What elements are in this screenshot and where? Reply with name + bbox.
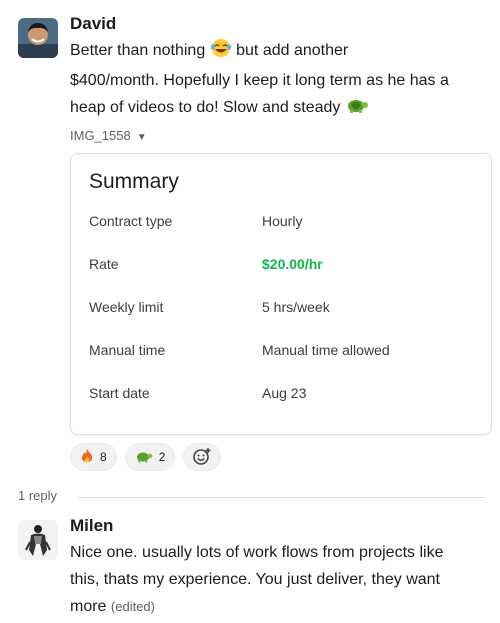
message-text-line: Nice one. usually lots of work flows fro…	[70, 544, 444, 561]
row-label: Rate	[89, 256, 119, 272]
reactions-bar: 8 2	[70, 443, 222, 471]
attachment-toggle[interactable]: IMG_1558 ▼	[70, 128, 147, 143]
message-text-line: Better than nothing	[70, 42, 206, 59]
avatar[interactable]	[18, 18, 58, 58]
caret-down-icon: ▼	[136, 132, 147, 143]
rate-value: $20.00/hr	[262, 256, 323, 272]
edited-label: (edited)	[110, 599, 155, 614]
row-value: 5 hrs/week	[262, 299, 330, 315]
reaction-fire[interactable]: 8	[70, 443, 117, 471]
attachment-name: IMG_1558	[70, 128, 131, 143]
message-text-line: $400/month. Hopefully I keep it long ter…	[70, 72, 449, 89]
message-text-line: but add another	[236, 42, 349, 59]
turtle-icon	[345, 95, 369, 124]
divider	[78, 497, 485, 498]
message-text-line: heap of videos to do! Slow and steady	[70, 99, 341, 116]
message-text-line: more	[70, 598, 107, 615]
summary-card-image[interactable]: Summary Contract type Hourly Rate $20.00…	[70, 153, 492, 435]
card-title: Summary	[89, 170, 179, 193]
reply-count[interactable]: 1 reply	[18, 488, 57, 503]
avatar[interactable]	[18, 520, 58, 560]
add-reaction-button[interactable]	[183, 443, 222, 471]
row-label: Weekly limit	[89, 299, 164, 315]
message-text: Nice one. usually lots of work flows fro…	[70, 539, 495, 620]
turtle-icon	[135, 449, 153, 466]
reaction-turtle[interactable]: 2	[124, 443, 176, 471]
thread-replies[interactable]: 1 reply	[18, 488, 485, 506]
author-name[interactable]: Milen	[70, 516, 113, 536]
row-value: Hourly	[262, 213, 303, 229]
row-label: Start date	[89, 385, 150, 401]
row-label: Manual time	[89, 342, 166, 358]
reaction-count: 2	[158, 450, 166, 464]
row-label: Contract type	[89, 213, 173, 229]
add-reaction-icon	[192, 447, 212, 468]
row-value: Manual time allowed	[262, 342, 390, 358]
row-value: Aug 23	[262, 385, 307, 401]
laughing-emoji-icon	[210, 38, 232, 67]
fire-icon	[80, 448, 94, 467]
reaction-count: 8	[100, 450, 107, 464]
message-text-line: this, thats my experience. You just deli…	[70, 571, 440, 588]
message-text: Better than nothing but add another $400…	[70, 37, 495, 124]
author-name[interactable]: David	[70, 14, 116, 34]
